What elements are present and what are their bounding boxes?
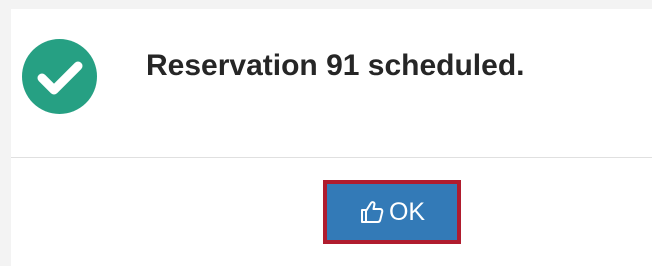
success-dialog: Reservation 91 scheduled. OK xyxy=(11,9,652,266)
dialog-footer: OK xyxy=(11,158,652,266)
thumbs-up-icon xyxy=(360,201,384,223)
ok-button[interactable]: OK xyxy=(323,180,461,244)
dialog-body: Reservation 91 scheduled. xyxy=(11,9,652,157)
ok-button-label: OK xyxy=(388,197,426,226)
dialog-message: Reservation 91 scheduled. xyxy=(146,49,525,82)
check-circle-icon xyxy=(22,39,97,114)
